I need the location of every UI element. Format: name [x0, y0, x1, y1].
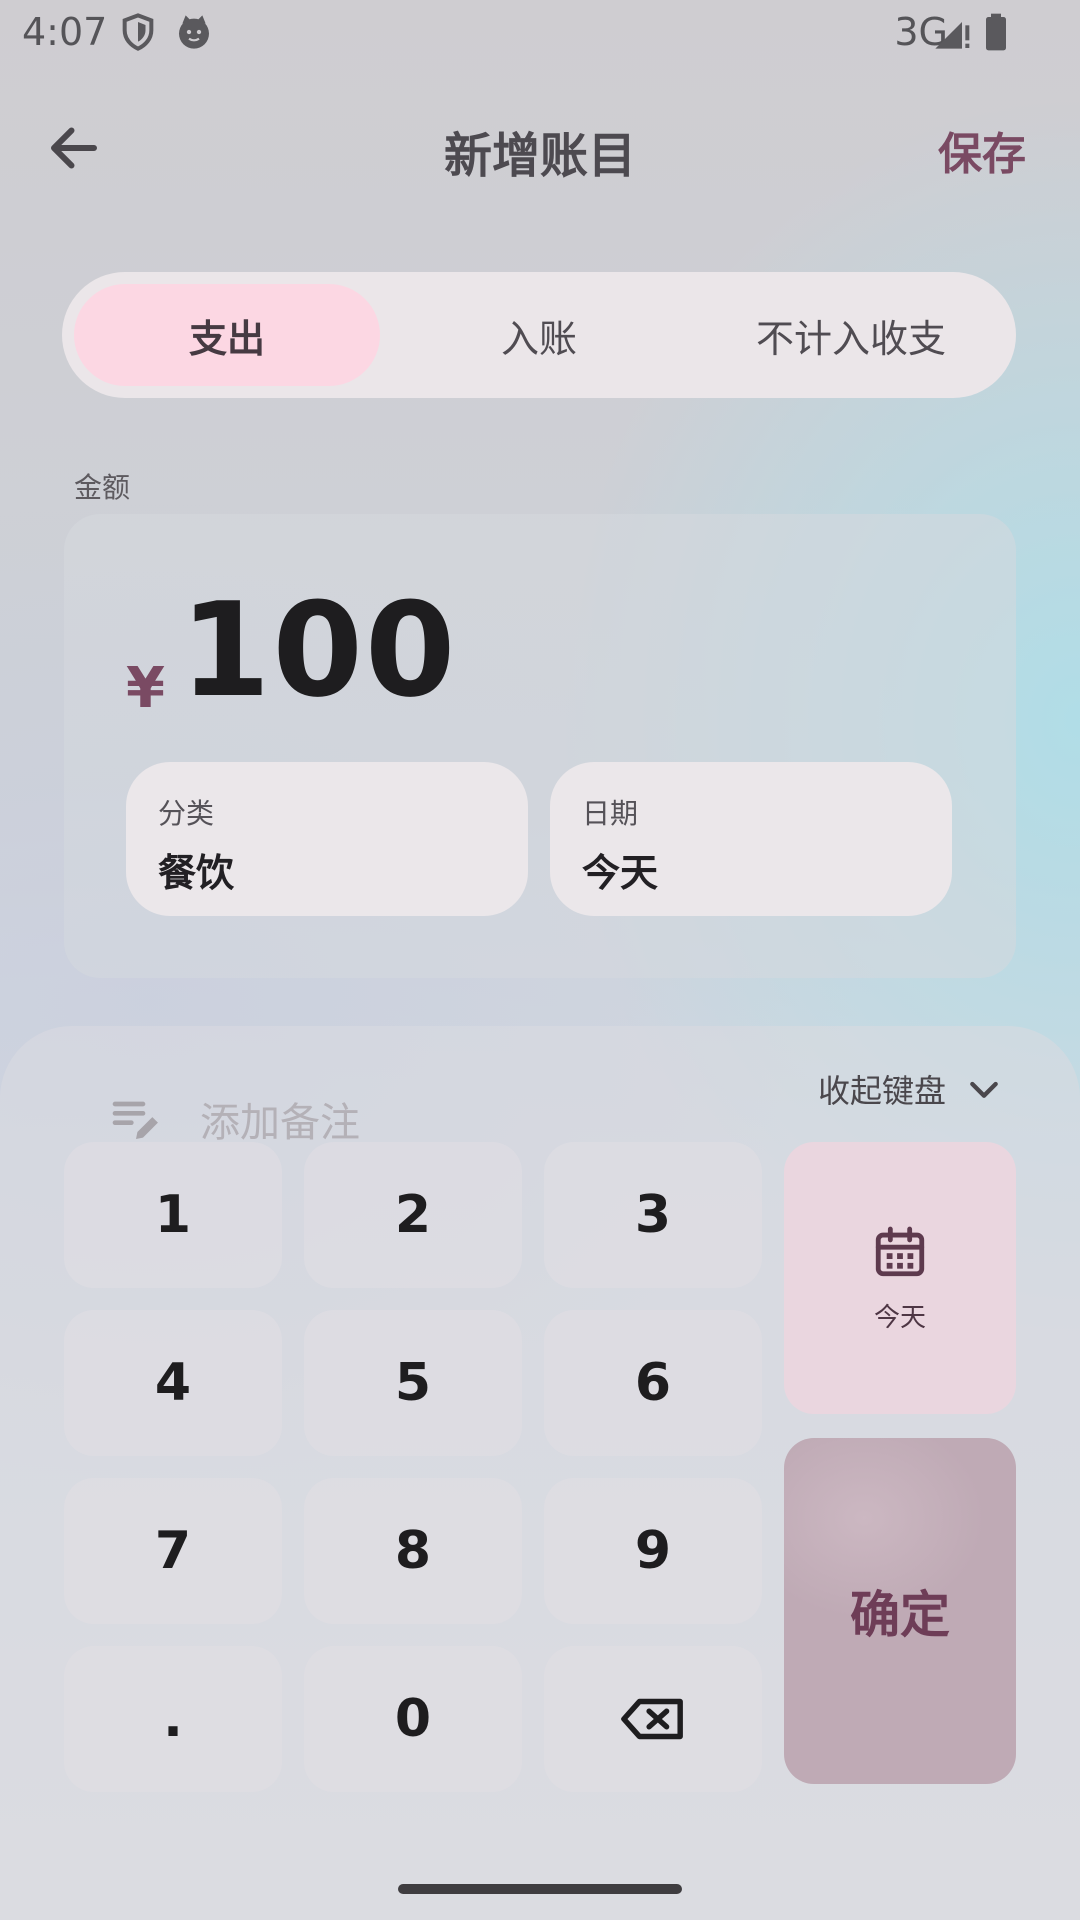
category-chip[interactable]: 分类 餐饮 — [126, 762, 528, 916]
collapse-keyboard-button[interactable]: 收起键盘 — [818, 1066, 1004, 1112]
category-value: 餐饮 — [158, 851, 235, 895]
key-3[interactable]: 3 — [544, 1142, 762, 1288]
key-8[interactable]: 8 — [304, 1478, 522, 1624]
today-key[interactable]: 今天 — [784, 1142, 1016, 1414]
status-time: 4:07 — [22, 10, 108, 54]
note-edit-icon — [112, 1101, 158, 1139]
tab-expense[interactable]: 支出 — [74, 284, 380, 386]
currency-symbol: ¥ — [126, 656, 165, 721]
key-6[interactable]: 6 — [544, 1310, 762, 1456]
amount-value[interactable]: 100 — [180, 574, 457, 726]
home-indicator[interactable] — [398, 1884, 682, 1894]
date-chip[interactable]: 日期 今天 — [550, 762, 952, 916]
tab-excluded[interactable]: 不计入收支 — [698, 284, 1004, 386]
type-tabs: 支出 入账 不计入收支 — [62, 272, 1016, 398]
date-label: 日期 — [582, 797, 639, 830]
key-dot[interactable]: . — [64, 1646, 282, 1792]
confirm-button[interactable]: 确定 — [784, 1438, 1016, 1784]
tab-income[interactable]: 入账 — [386, 284, 692, 386]
key-5[interactable]: 5 — [304, 1310, 522, 1456]
page-title: 新增账目 — [443, 128, 636, 184]
category-label: 分类 — [158, 797, 215, 830]
amount-label: 金额 — [74, 471, 131, 504]
backspace-icon — [621, 1698, 683, 1740]
signal-icon — [935, 22, 970, 49]
key-4[interactable]: 4 — [64, 1310, 282, 1456]
chevron-down-icon — [970, 1081, 998, 1098]
key-2[interactable]: 2 — [304, 1142, 522, 1288]
date-value: 今天 — [582, 851, 659, 895]
key-9[interactable]: 9 — [544, 1478, 762, 1624]
key-7[interactable]: 7 — [64, 1478, 282, 1624]
cat-face-icon — [179, 15, 209, 49]
battery-icon — [986, 13, 1006, 51]
backspace-key[interactable] — [544, 1646, 762, 1792]
key-0[interactable]: 0 — [304, 1646, 522, 1792]
collapse-keyboard-label: 收起键盘 — [817, 1072, 946, 1110]
today-key-label: 今天 — [873, 1302, 926, 1333]
shield-icon — [122, 13, 154, 51]
calendar-icon — [875, 1226, 925, 1276]
key-1[interactable]: 1 — [64, 1142, 282, 1288]
note-input[interactable]: 添加备注 — [200, 1090, 360, 1148]
save-button[interactable]: 保存 — [938, 118, 1026, 182]
